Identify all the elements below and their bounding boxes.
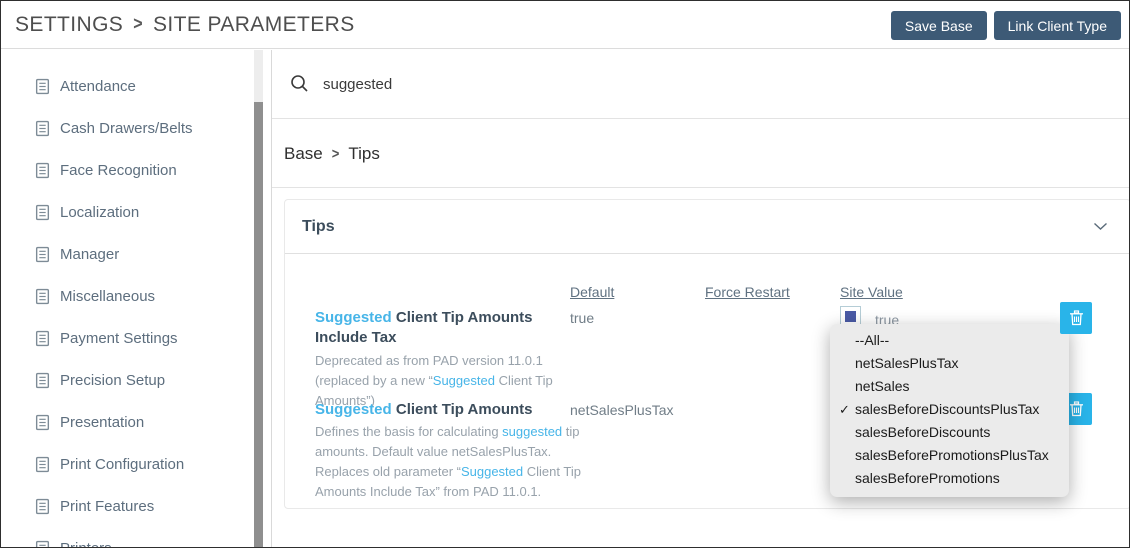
option-label: salesBeforeDiscounts [855, 424, 990, 440]
content-breadcrumb-row: Base > Tips [272, 120, 1129, 188]
link-client-type-button[interactable]: Link Client Type [994, 11, 1121, 40]
sidebar-item-printers[interactable]: Printers [1, 527, 254, 547]
dropdown-option-all[interactable]: --All-- [830, 329, 1069, 352]
option-label: netSales [855, 378, 909, 394]
breadcrumb-base[interactable]: Base [284, 144, 323, 164]
dropdown-option-salesbeforediscountsplustax[interactable]: ✓ salesBeforeDiscountsPlusTax [830, 398, 1069, 421]
page-title: SETTINGS > SITE PARAMETERS [15, 13, 355, 37]
site-parameters-window: SETTINGS > SITE PARAMETERS Save Base Lin… [0, 0, 1130, 548]
checkbox-checked-mark [845, 311, 856, 322]
delete-site-value-button[interactable] [1060, 302, 1092, 334]
sidebar-item-payment-settings[interactable]: Payment Settings [1, 317, 254, 359]
parameter-title: Suggested Client Tip Amounts [315, 400, 577, 420]
breadcrumb-site-parameters: SITE PARAMETERS [153, 13, 355, 37]
sidebar-item-print-configuration[interactable]: Print Configuration [1, 443, 254, 485]
chevron-down-icon[interactable] [1093, 222, 1108, 231]
header-actions: Save Base Link Client Type [891, 11, 1121, 40]
document-icon [34, 288, 51, 305]
search-bar [272, 50, 1129, 119]
breadcrumb-settings: SETTINGS [15, 13, 123, 37]
parameter-description: Defines the basis for calculating sugges… [315, 422, 581, 502]
sidebar-item-presentation[interactable]: Presentation [1, 401, 254, 443]
document-icon [34, 120, 51, 137]
dropdown-option-netsales[interactable]: netSales [830, 375, 1069, 398]
document-icon [34, 204, 51, 221]
search-match-highlight: Suggested [433, 373, 495, 388]
chevron-right-icon: > [332, 145, 340, 162]
document-icon [34, 330, 51, 347]
document-icon [34, 540, 51, 548]
chevron-right-icon: > [133, 14, 143, 35]
document-icon [34, 414, 51, 431]
document-icon [34, 78, 51, 95]
parameter-title-text: Client Tip Amounts [392, 401, 533, 418]
description-text: Defines the basis for calculating [315, 424, 502, 439]
sidebar-item-print-features[interactable]: Print Features [1, 485, 254, 527]
sidebar-item-miscellaneous[interactable]: Miscellaneous [1, 275, 254, 317]
section-title: Tips [302, 218, 335, 236]
sidebar-item-label: Cash Drawers/Belts [60, 120, 193, 137]
sidebar-item-face-recognition[interactable]: Face Recognition [1, 149, 254, 191]
sidebar-item-localization[interactable]: Localization [1, 191, 254, 233]
sidebar-item-label: Printers [60, 540, 112, 548]
document-icon [34, 162, 51, 179]
column-header-default[interactable]: Default [570, 284, 614, 300]
check-icon: ✓ [839, 398, 850, 421]
option-label: salesBeforeDiscountsPlusTax [855, 401, 1039, 417]
default-value: netSalesPlusTax [570, 402, 674, 418]
sidebar-scrollbar-thumb[interactable] [254, 102, 263, 548]
search-input[interactable] [323, 70, 1023, 98]
trash-icon [1069, 310, 1084, 326]
option-label: salesBeforePromotions [855, 470, 1000, 486]
breadcrumb-tips[interactable]: Tips [348, 144, 380, 164]
option-label: salesBeforePromotionsPlusTax [855, 447, 1049, 463]
search-icon [290, 74, 309, 93]
dropdown-option-salesbeforepromotionsplustax[interactable]: salesBeforePromotionsPlusTax [830, 444, 1069, 467]
dropdown-option-salesbeforepromotions[interactable]: salesBeforePromotions [830, 467, 1069, 490]
sidebar-item-label: Miscellaneous [60, 288, 155, 305]
sidebar-item-label: Face Recognition [60, 162, 177, 179]
sidebar-item-label: Presentation [60, 414, 144, 431]
sidebar-item-label: Print Configuration [60, 456, 184, 473]
column-header-site-value[interactable]: Site Value [840, 284, 903, 300]
document-icon [34, 456, 51, 473]
column-header-force-restart[interactable]: Force Restart [705, 284, 790, 300]
sidebar-item-attendance[interactable]: Attendance [1, 65, 254, 107]
sidebar-item-cash-drawers[interactable]: Cash Drawers/Belts [1, 107, 254, 149]
sidebar-item-manager[interactable]: Manager [1, 233, 254, 275]
option-label: --All-- [855, 332, 889, 348]
option-label: netSalesPlusTax [855, 355, 959, 371]
search-match-highlight: suggested [502, 424, 562, 439]
sidebar-scrollbar[interactable] [254, 50, 263, 547]
parameters-sidebar: Attendance Cash Drawers/Belts Face Recog… [1, 50, 254, 547]
dropdown-option-netsalesplustax[interactable]: netSalesPlusTax [830, 352, 1069, 375]
search-match-highlight: Suggested [315, 309, 392, 326]
document-icon [34, 372, 51, 389]
breadcrumb: Base > Tips [284, 144, 380, 164]
save-base-button[interactable]: Save Base [891, 11, 987, 40]
default-value: true [570, 310, 594, 326]
sidebar-item-label: Print Features [60, 498, 154, 515]
sidebar-item-label: Localization [60, 204, 139, 221]
app-header: SETTINGS > SITE PARAMETERS Save Base Lin… [1, 1, 1129, 49]
dropdown-option-salesbeforediscounts[interactable]: salesBeforeDiscounts [830, 421, 1069, 444]
parameter-title: Suggested Client Tip Amounts Include Tax [315, 308, 577, 348]
sidebar-item-label: Precision Setup [60, 372, 165, 389]
search-match-highlight: Suggested [461, 464, 523, 479]
search-match-highlight: Suggested [315, 401, 392, 418]
document-icon [34, 498, 51, 515]
sidebar-item-label: Manager [60, 246, 119, 263]
sidebar-item-label: Attendance [60, 78, 136, 95]
trash-icon [1069, 401, 1084, 417]
tips-section-header[interactable]: Tips [285, 200, 1130, 254]
sidebar-item-label: Payment Settings [60, 330, 178, 347]
sidebar-item-precision-setup[interactable]: Precision Setup [1, 359, 254, 401]
site-value-dropdown-menu: --All-- netSalesPlusTax netSales ✓ sales… [830, 324, 1069, 497]
document-icon [34, 246, 51, 263]
